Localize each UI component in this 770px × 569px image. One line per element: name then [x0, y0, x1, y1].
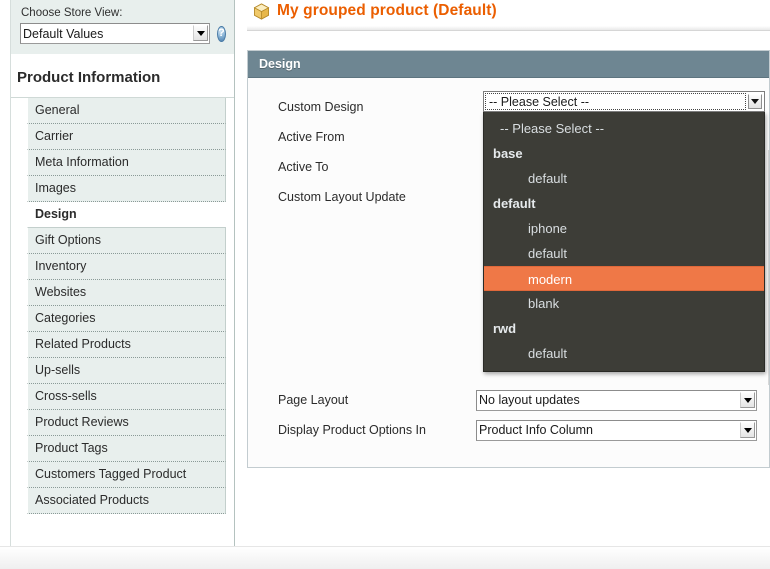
- label-page-layout: Page Layout: [278, 393, 476, 407]
- left-column: Choose Store View: Default Values ? Prod…: [10, 0, 235, 546]
- control-page-layout: No layout updates: [476, 390, 769, 411]
- sidebar-item-gift-options[interactable]: Gift Options: [27, 227, 226, 254]
- page-layout-select[interactable]: No layout updates: [476, 390, 757, 411]
- product-information-nav: GeneralCarrierMeta InformationImagesDesi…: [11, 98, 234, 514]
- store-view-label: Choose Store View:: [20, 6, 225, 23]
- option-blank-7[interactable]: blank: [484, 291, 764, 316]
- label-custom-design: Custom Design: [278, 100, 476, 114]
- sidebar-item-product-reviews[interactable]: Product Reviews: [27, 410, 226, 436]
- option-default-9[interactable]: default: [484, 341, 764, 366]
- store-switcher: Choose Store View: Default Values ?: [11, 0, 234, 55]
- label-active-to: Active To: [278, 160, 476, 174]
- field-row-page-layout: Page Layout No layout updates: [248, 385, 769, 415]
- sidebar-item-categories[interactable]: Categories: [27, 306, 226, 332]
- page-heading: My grouped product (Default): [277, 2, 497, 20]
- label-active-from: Active From: [278, 130, 476, 144]
- sidebar-item-design[interactable]: Design: [27, 202, 234, 227]
- custom-design-selected-value: -- Please Select --: [484, 95, 589, 109]
- sidebar-item-meta-information[interactable]: Meta Information: [27, 150, 226, 176]
- footer-band: [0, 546, 770, 569]
- sidebar-item-customers-tagged-product[interactable]: Customers Tagged Product: [27, 462, 226, 488]
- sidebar-item-images[interactable]: Images: [27, 176, 226, 202]
- page-root: Choose Store View: Default Values ? Prod…: [0, 0, 770, 569]
- display-options-select-wrapper: Product Info Column: [476, 420, 757, 441]
- page-layout-select-wrapper: No layout updates: [476, 390, 757, 411]
- store-view-select-wrapper: Default Values: [20, 23, 210, 44]
- sidebar-item-inventory[interactable]: Inventory: [27, 254, 226, 280]
- sidebar-item-websites[interactable]: Websites: [27, 280, 226, 306]
- store-view-row: Default Values ?: [20, 23, 225, 44]
- help-circle-icon[interactable]: ?: [217, 26, 226, 42]
- header-divider: [247, 26, 770, 31]
- sidebar-item-associated-products[interactable]: Associated Products: [27, 488, 226, 514]
- fieldset-legend: Design: [248, 51, 769, 78]
- option-default-5[interactable]: default: [484, 241, 764, 266]
- product-box-icon: [253, 3, 270, 20]
- optgroup-rwd-8: rwd: [484, 316, 764, 341]
- custom-design-dropdown[interactable]: -- Please Select -- -- Please Select --b…: [483, 91, 765, 372]
- content-header: My grouped product (Default): [247, 0, 770, 20]
- content-panel-edge: [768, 150, 769, 385]
- page-title: Product Information: [11, 55, 234, 98]
- display-product-options-in-select[interactable]: Product Info Column: [476, 420, 757, 441]
- label-custom-layout-update: Custom Layout Update: [278, 190, 476, 204]
- sidebar-item-related-products[interactable]: Related Products: [27, 332, 226, 358]
- store-view-select[interactable]: Default Values: [20, 23, 210, 44]
- sidebar-item-cross-sells[interactable]: Cross-sells: [27, 384, 226, 410]
- option-modern-6[interactable]: modern: [484, 266, 764, 291]
- sidebar-item-carrier[interactable]: Carrier: [27, 124, 226, 150]
- label-display-product-options-in: Display Product Options In: [278, 423, 476, 437]
- option-iphone-4[interactable]: iphone: [484, 216, 764, 241]
- option-pleaseselect-0[interactable]: -- Please Select --: [484, 116, 764, 141]
- custom-design-select-box[interactable]: -- Please Select --: [483, 91, 765, 112]
- custom-design-option-list[interactable]: -- Please Select --basedefaultdefaultiph…: [483, 112, 765, 372]
- chevron-down-icon[interactable]: [748, 94, 762, 109]
- field-row-display-options: Display Product Options In Product Info …: [248, 415, 769, 445]
- control-display-product-options-in: Product Info Column: [476, 420, 769, 441]
- sidebar-item-up-sells[interactable]: Up-sells: [27, 358, 226, 384]
- sidebar-item-product-tags[interactable]: Product Tags: [27, 436, 226, 462]
- optgroup-default-3: default: [484, 191, 764, 216]
- optgroup-base-1: base: [484, 141, 764, 166]
- option-default-2[interactable]: default: [484, 166, 764, 191]
- sidebar-item-general[interactable]: General: [27, 98, 226, 124]
